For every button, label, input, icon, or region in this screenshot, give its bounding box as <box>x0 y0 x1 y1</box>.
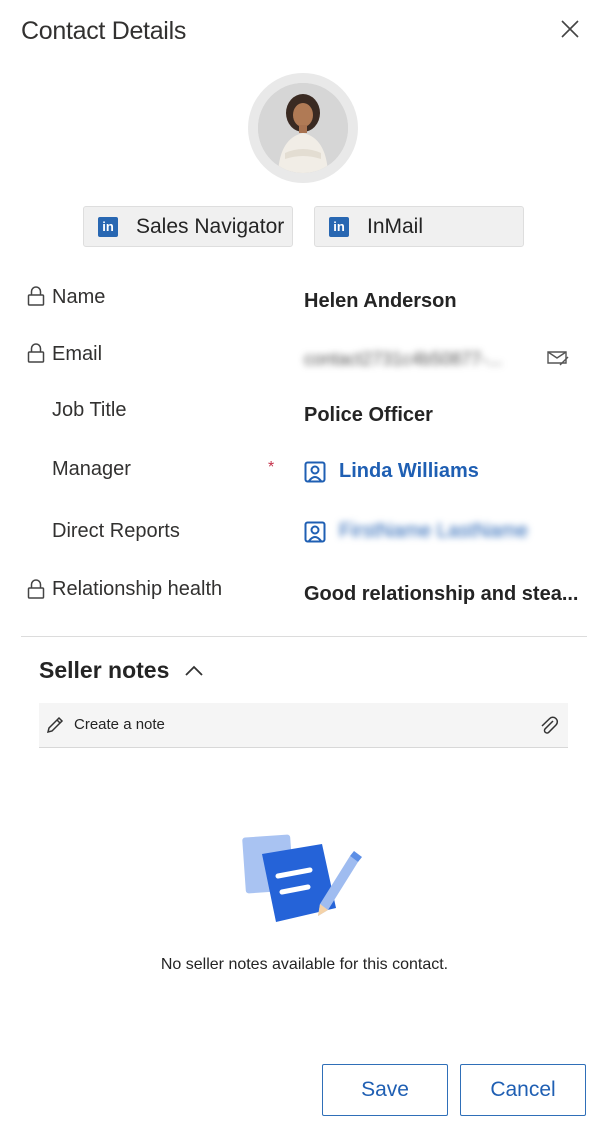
direct-report-link[interactable]: FirstName LastName <box>304 520 528 543</box>
empty-notes-illustration <box>242 834 362 922</box>
field-row-direct-reports: Direct Reports FirstName LastName <box>0 518 609 558</box>
field-label-name: Name <box>52 286 106 308</box>
seller-notes-title: Seller notes <box>39 657 170 683</box>
attachment-icon[interactable] <box>538 715 560 737</box>
field-row-job-title: Job Title Police Officer <box>0 398 609 438</box>
inmail-label: InMail <box>367 214 424 238</box>
section-divider <box>21 636 587 637</box>
field-value-relationship-health: Good relationship and stea... <box>304 583 579 605</box>
field-label-email: Email <box>52 343 103 365</box>
field-value-name: Helen Anderson <box>304 290 457 312</box>
panel-title: Contact Details <box>21 17 187 45</box>
avatar <box>258 83 348 173</box>
manager-name: Linda Williams <box>339 460 479 482</box>
field-label-direct-reports: Direct Reports <box>52 520 180 542</box>
field-row-name: Name Helen Anderson <box>0 284 609 324</box>
field-label-relationship-health: Relationship health <box>52 578 223 600</box>
lock-icon <box>27 343 45 363</box>
sales-navigator-label: Sales Navigator <box>136 214 285 238</box>
contact-card-icon <box>304 461 326 482</box>
linkedin-icon: in <box>98 216 118 237</box>
linkedin-icon: in <box>329 216 349 237</box>
field-label-manager: Manager <box>52 458 131 480</box>
field-row-manager: Manager * Linda Williams <box>0 456 609 496</box>
contact-card-icon <box>304 521 326 542</box>
cancel-button[interactable]: Cancel <box>460 1064 586 1116</box>
create-note-bar[interactable]: Create a note <box>39 703 568 748</box>
field-row-email: Email contact2731c4b50877-... <box>0 341 609 381</box>
manager-link[interactable]: Linda Williams <box>304 460 479 483</box>
send-email-icon[interactable] <box>546 348 570 368</box>
inmail-button[interactable]: in InMail <box>314 206 524 247</box>
close-icon[interactable] <box>558 17 582 41</box>
field-value-job-title: Police Officer <box>304 404 433 426</box>
required-indicator: * <box>268 459 275 476</box>
create-note-label: Create a note <box>74 716 165 733</box>
field-row-relationship-health: Relationship health Good relationship an… <box>0 577 609 617</box>
pencil-icon <box>46 716 64 734</box>
field-value-email[interactable]: contact2731c4b50877-... <box>304 349 502 370</box>
direct-report-name: FirstName LastName <box>339 520 528 542</box>
lock-icon <box>27 286 45 306</box>
chevron-up-icon[interactable] <box>183 660 205 682</box>
lock-icon <box>27 579 45 599</box>
empty-notes-message: No seller notes available for this conta… <box>160 956 449 973</box>
sales-navigator-button[interactable]: in Sales Navigator <box>83 206 293 247</box>
field-label-job-title: Job Title <box>52 399 127 421</box>
save-button[interactable]: Save <box>322 1064 448 1116</box>
